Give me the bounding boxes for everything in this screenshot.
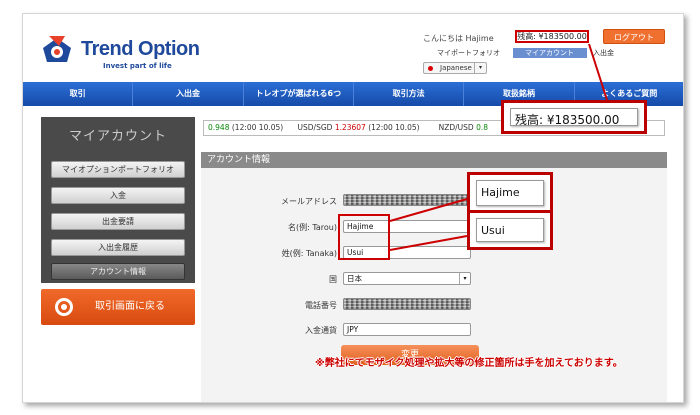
- ticker-time: (12:00 10.05): [231, 123, 284, 132]
- last-name-label: 姓(例: Tanaka): [281, 249, 337, 258]
- phone-label: 電話番号: [305, 301, 337, 310]
- modification-note: ※弊社にてモザイク処理や拡大等の修正箇所は手を加えております。: [315, 358, 623, 369]
- ticker-value: 0.8: [476, 123, 489, 132]
- account-sidebar: マイアカウント マイオプションポートフォリオ 入金 出金要請 入出金履歴 アカウ…: [41, 117, 195, 283]
- chevron-down-icon: ▾: [459, 273, 470, 284]
- panel-title: アカウント情報: [201, 152, 667, 168]
- ticker-pair: USD/SGD: [297, 123, 333, 132]
- sidebar-item-portfolio[interactable]: マイオプションポートフォリオ: [51, 161, 185, 178]
- sidebar-item-withdraw[interactable]: 出金要請: [51, 213, 185, 230]
- nav-trade[interactable]: 取引: [23, 82, 134, 106]
- target-icon: [55, 298, 73, 316]
- my-account-link[interactable]: マイアカウント: [513, 48, 587, 58]
- language-value: Japanese: [440, 64, 472, 72]
- nav-deposit[interactable]: 入出金: [133, 82, 244, 106]
- screenshot-frame: Trend Option Invest part of life こんにちは H…: [22, 13, 684, 403]
- country-value: 日本: [347, 274, 362, 283]
- balance-display: 残高: ¥183500.00: [515, 30, 589, 43]
- first-name-callout-text: Hajime: [476, 180, 544, 206]
- currency-label: 入金通貨: [305, 326, 337, 335]
- email-field-mosaic[interactable]: [343, 194, 471, 206]
- ticker-pair: NZD/USD: [438, 123, 474, 132]
- sidebar-item-history[interactable]: 入出金履歴: [51, 239, 185, 256]
- sidebar-title: マイアカウント: [68, 129, 167, 144]
- sidebar-item-deposit[interactable]: 入金: [51, 187, 185, 204]
- country-label: 国: [329, 275, 337, 284]
- brand-logo[interactable]: Trend Option Invest part of life: [39, 34, 229, 84]
- last-name-callout: Usui: [467, 210, 553, 250]
- email-label: メールアドレス: [281, 197, 337, 206]
- name-highlight-box: [338, 214, 390, 260]
- greeting-text: こんにちは Hajime: [423, 34, 494, 43]
- language-select[interactable]: Japanese ▾: [423, 62, 487, 74]
- sidebar-item-account-info[interactable]: アカウント情報: [51, 263, 185, 280]
- back-to-trading-button[interactable]: 取引画面に戻る: [41, 289, 195, 325]
- chevron-down-icon: ▾: [474, 63, 486, 73]
- ticker-time: (12:00 10.05): [368, 123, 420, 132]
- first-name-label: 名(例: Tarou): [287, 223, 337, 232]
- balance-callout: 残高: ¥183500.00: [501, 100, 647, 134]
- logo-mark-icon: [43, 36, 71, 62]
- brand-name: Trend Option: [81, 38, 200, 60]
- ticker-value: 0.948: [208, 123, 230, 132]
- nav-reasons[interactable]: トレオプが選ばれる6つ: [244, 82, 354, 106]
- deposit-link[interactable]: 入出金: [593, 48, 614, 58]
- country-select[interactable]: 日本 ▾: [343, 272, 471, 285]
- ticker-value: 1.23607: [334, 123, 366, 132]
- japan-flag-icon: [428, 66, 433, 71]
- nav-how-to[interactable]: 取引方法: [354, 82, 465, 106]
- logout-button[interactable]: ログアウト: [603, 29, 665, 44]
- last-name-callout-text: Usui: [476, 218, 544, 242]
- currency-field[interactable]: JPY: [343, 323, 471, 336]
- balance-callout-text: 残高: ¥183500.00: [510, 108, 638, 127]
- phone-field-mosaic[interactable]: [343, 298, 471, 310]
- brand-tagline: Invest part of life: [103, 62, 172, 70]
- back-label: 取引画面に戻る: [95, 301, 165, 312]
- portfolio-link[interactable]: マイポートフォリオ: [437, 48, 500, 58]
